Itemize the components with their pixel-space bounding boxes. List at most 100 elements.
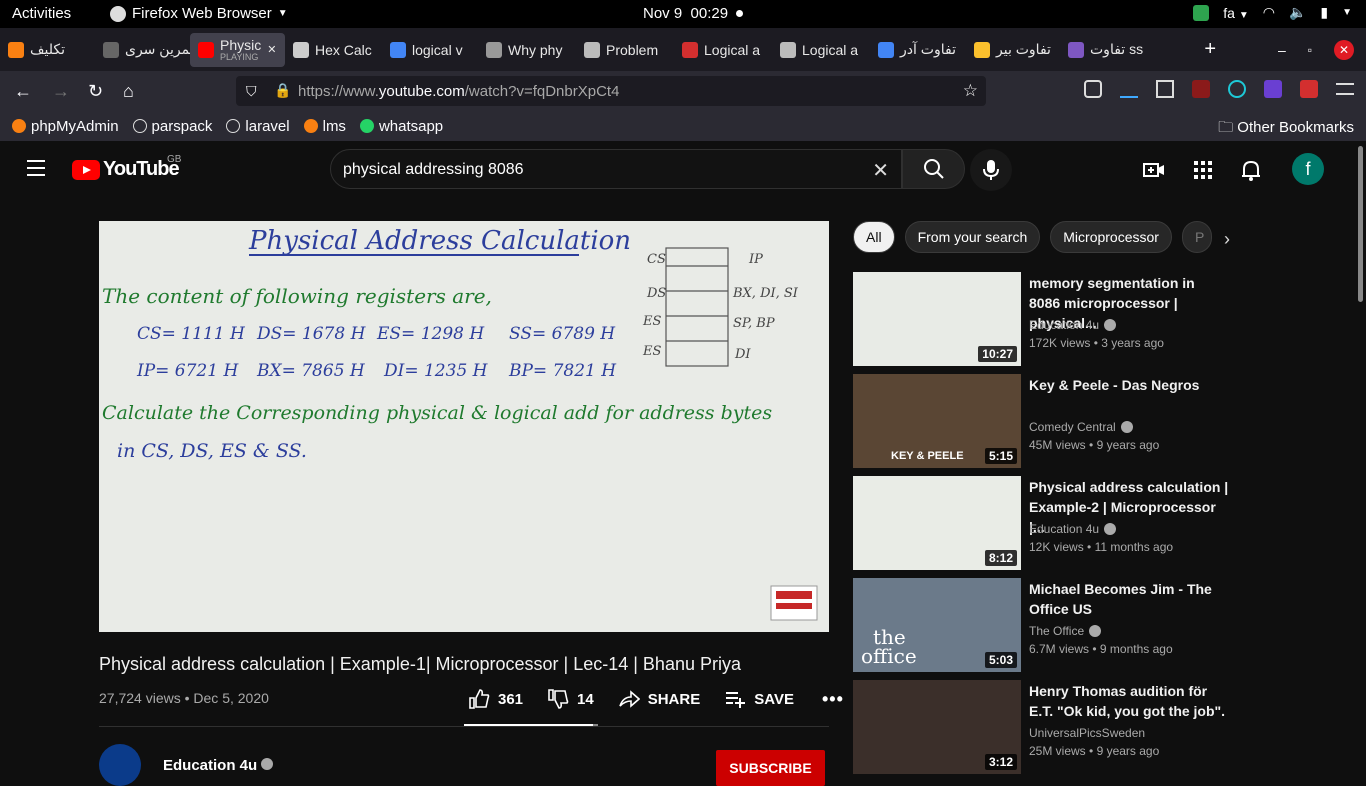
tab-11[interactable]: تفاوت ss [1060,33,1156,67]
video-thumbnail[interactable]: the office 5:03 [853,578,1021,672]
star-bookmark-icon[interactable]: ☆ [963,81,978,101]
recommended-channel[interactable]: UniversalPicsSweden [1029,726,1145,740]
bookmark-lms[interactable]: lms [303,118,346,135]
tab-10[interactable]: تفاوت بیر [966,33,1060,67]
close-tab-icon[interactable]: ✕ [267,43,276,56]
recommended-title[interactable]: Henry Thomas audition för E.T. "Ok kid, … [1029,681,1229,721]
google-icon [878,41,894,58]
board-es: ES= 1298 H [376,324,485,344]
recommended-channel[interactable]: Education 4u [1029,318,1117,332]
keyboard-layout[interactable]: fa ▼ [1223,5,1248,21]
back-arrow-icon[interactable]: ← [14,81,32,102]
tab-3[interactable]: Hex Calc [285,33,382,67]
video-thumbnail[interactable]: 8:12 [853,476,1021,570]
recommended-title[interactable]: Michael Becomes Jim - The Office US [1029,579,1229,619]
youtube-logo[interactable]: YouTube GB [72,154,181,181]
tab-8[interactable]: Logical a [772,33,870,67]
chip-0[interactable]: All [853,221,895,253]
system-tray[interactable]: fa ▼ ◠ 🔈 ▮ ▼ [1193,4,1352,21]
tab-2[interactable]: Physic PLAYING ✕ [190,32,285,67]
scrollbar-thumb[interactable] [1358,146,1363,302]
minimize-icon[interactable]: – [1278,42,1286,58]
chip-1[interactable]: From your search [904,221,1041,253]
other-bookmarks[interactable]: 🗀 Other Bookmarks [1218,117,1354,142]
video-player[interactable]: Physical Address Calculation The content… [99,221,829,632]
address-bar[interactable]: ⛉ 🔒 https://www.youtube.com/watch?v=fqDn… [236,76,986,106]
recommended-video[interactable]: 10:27 memory segmentation in 8086 micropr… [853,272,1233,366]
channel-name[interactable]: Education 4u [163,757,274,774]
tab-7[interactable]: Logical a [674,33,772,67]
new-tab-button[interactable]: + [1204,38,1216,61]
c-icon [682,41,698,58]
tab-label: Physic [220,37,262,53]
update-check-icon[interactable] [1193,4,1210,21]
dislike-button[interactable]: 14 [547,688,594,710]
tab-4[interactable]: logical v [382,33,478,67]
bookmark-laravel[interactable]: laravel [226,118,290,135]
video-actions: 361 14 SHARE SAVE ••• [468,688,844,710]
extension-icon[interactable] [1300,80,1318,98]
chip-2[interactable]: Microprocessor [1050,221,1172,253]
recommended-video[interactable]: 3:12 Henry Thomas audition för E.T. "Ok k… [853,680,1233,774]
reader-view-icon[interactable] [1156,80,1174,98]
search-input[interactable]: physical addressing 8086 ✕ [330,149,902,189]
video-duration: 8:12 [984,550,1017,566]
recommended-video[interactable]: KEY & PEELE 5:15 Key & Peele - Das Negros C… [853,374,1233,468]
recommended-channel[interactable]: The Office [1029,624,1102,638]
pocket-icon[interactable] [1084,80,1102,98]
video-thumbnail[interactable]: KEY & PEELE 5:15 [853,374,1021,468]
hamburger-menu-icon[interactable] [27,160,45,181]
forward-arrow-icon[interactable]: → [52,81,70,102]
tab-0[interactable]: تکلیف [0,33,95,67]
bookmark-phpMyAdmin[interactable]: phpMyAdmin [12,118,119,135]
voice-search-button[interactable] [970,149,1012,191]
like-button[interactable]: 361 [468,688,523,710]
maximize-icon[interactable]: ▫ [1308,43,1312,57]
moodle-icon [303,119,318,133]
extension-icon[interactable] [1228,80,1246,98]
tab-6[interactable]: Problem [576,33,674,67]
close-window-icon[interactable]: ✕ [1334,39,1354,60]
save-label: SAVE [754,690,794,708]
chip-3[interactable]: P [1181,221,1212,253]
tab-9[interactable]: تفاوت آدر [870,33,966,67]
recommended-channel[interactable]: Education 4u [1029,522,1117,536]
channel-label: Education 4u [1029,522,1100,536]
chevron-right-icon[interactable]: › [1224,229,1230,250]
app-menu[interactable]: Firefox Web Browser ▼ [110,5,288,22]
video-thumbnail[interactable]: 3:12 [853,680,1021,774]
activities-button[interactable]: Activities [12,5,71,22]
tab-5[interactable]: Why phy [478,33,576,67]
bookmark-whatsapp[interactable]: whatsapp [359,118,443,135]
share-button[interactable]: SHARE [618,688,700,710]
recommended-video[interactable]: the office 5:03 Michael Becomes Jim - The O… [853,578,1233,672]
bookmark-parspack[interactable]: parspack [132,118,212,135]
download-icon[interactable] [1120,80,1138,98]
subscribe-button[interactable]: SUBSCRIBE [716,750,825,786]
lock-icon[interactable]: 🔒 [274,82,291,99]
board-bp: BP= 7821 H [508,361,617,381]
thumbs-down-icon [548,689,569,709]
clock[interactable]: Nov 9 00:29 [643,5,728,22]
shield-icon[interactable]: ⛉ [246,83,257,100]
menu-icon[interactable] [1336,83,1354,95]
home-icon[interactable]: ⌂ [123,81,134,102]
apps-grid-icon[interactable] [1192,159,1214,181]
save-button[interactable]: SAVE [724,688,794,710]
clear-search-icon[interactable]: ✕ [872,158,889,183]
extension-icon[interactable] [1264,80,1282,98]
reload-icon[interactable]: ↻ [88,81,103,102]
account-avatar[interactable]: f [1292,153,1324,185]
channel-avatar[interactable] [99,744,141,786]
extension-icon[interactable] [1192,80,1210,98]
recommended-title[interactable]: Key & Peele - Das Negros [1029,375,1229,395]
search-button[interactable] [902,149,965,189]
board-line4: in CS, DS, ES & SS. [117,440,307,462]
more-actions-button[interactable]: ••• [822,689,844,710]
create-video-icon[interactable] [1143,159,1165,181]
recommended-video[interactable]: 8:12 Physical address calculation | Examp… [853,476,1233,570]
tab-1[interactable]: تمرین سری [95,33,190,67]
notifications-bell-icon[interactable] [1240,159,1262,181]
video-thumbnail[interactable]: 10:27 [853,272,1021,366]
recommended-channel[interactable]: Comedy Central [1029,420,1133,434]
